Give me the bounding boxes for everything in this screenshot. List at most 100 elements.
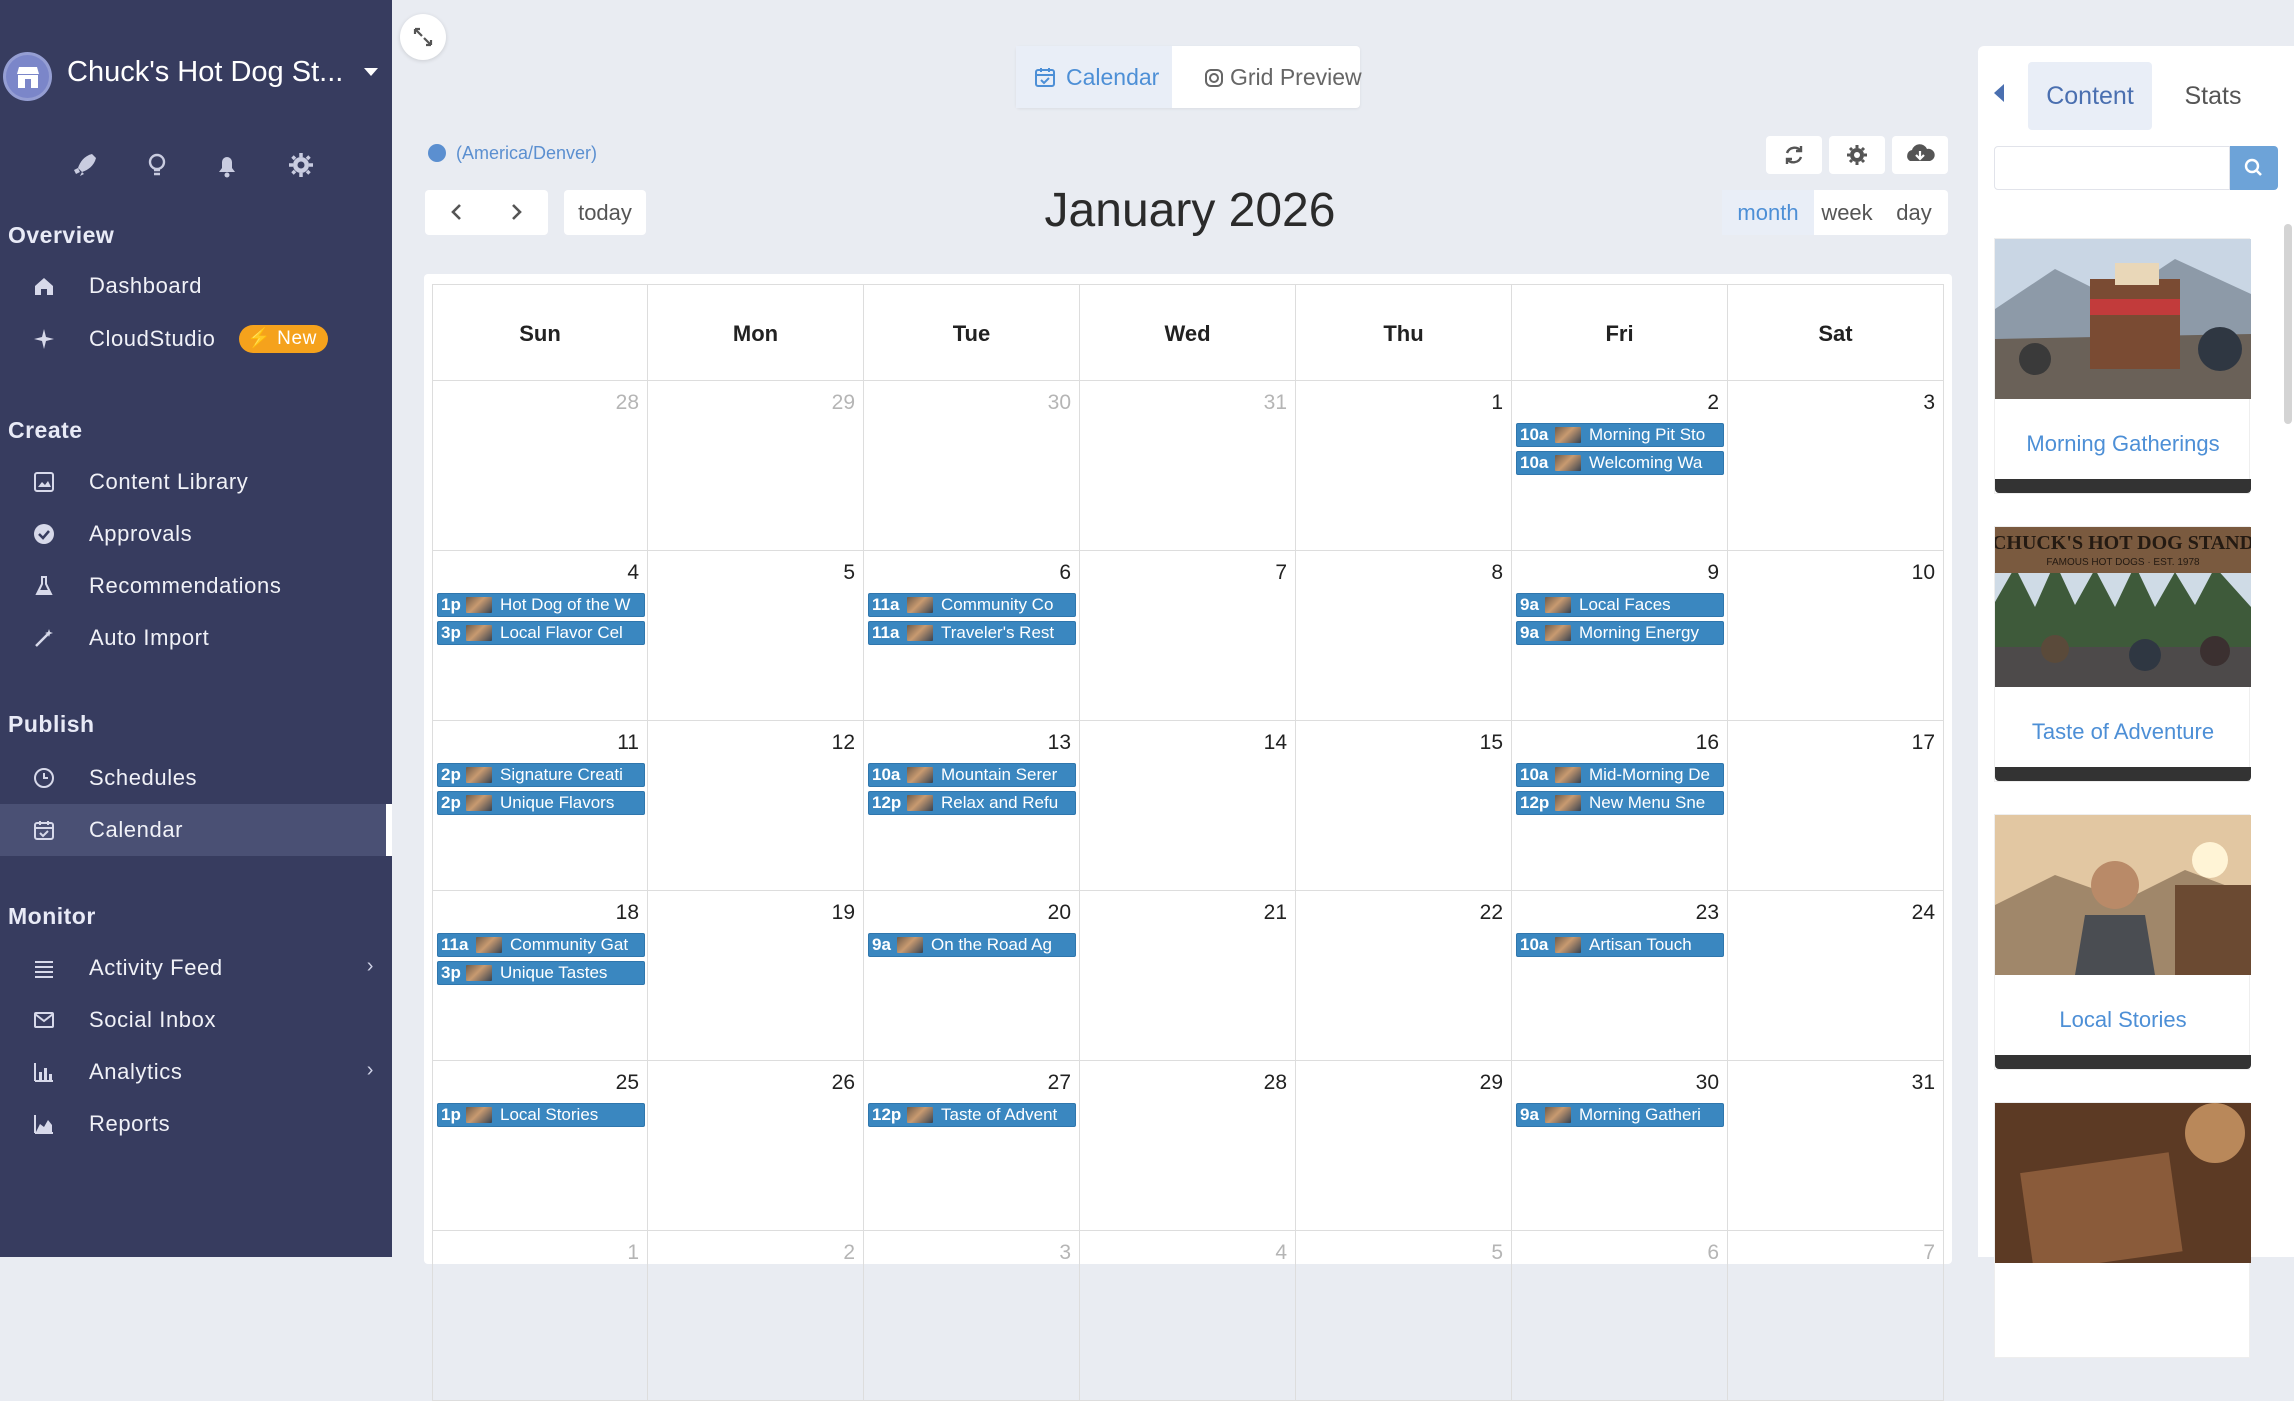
sidebar-item-analytics[interactable]: Analytics › <box>0 1046 392 1098</box>
day-number[interactable]: 6 <box>1059 561 1071 585</box>
day-cell[interactable]: 21 <box>1080 891 1296 1061</box>
bell-icon[interactable] <box>210 148 244 182</box>
panel-scrollbar[interactable] <box>2284 224 2292 424</box>
day-cell[interactable]: 30 9a Morning Gatheri <box>1512 1061 1728 1231</box>
day-number[interactable]: 2 <box>843 1241 855 1265</box>
sidebar-item-auto-import[interactable]: Auto Import <box>0 612 392 664</box>
content-card[interactable] <box>1994 1102 2251 1358</box>
grid-preview-button[interactable]: Grid Preview <box>1172 46 1362 108</box>
day-cell[interactable]: 17 <box>1728 721 1944 891</box>
day-number[interactable]: 16 <box>1696 731 1719 755</box>
day-cell[interactable]: 14 <box>1080 721 1296 891</box>
expand-collapse-button[interactable] <box>400 14 446 60</box>
day-cell[interactable]: 13 10a Mountain Serer 12p Relax and Refu <box>864 721 1080 891</box>
sidebar-item-social-inbox[interactable]: Social Inbox <box>0 994 392 1046</box>
day-cell[interactable]: 8 <box>1296 551 1512 721</box>
calendar-event[interactable]: 9a Morning Energy <box>1516 621 1724 645</box>
day-number[interactable]: 4 <box>1275 1241 1287 1265</box>
day-number[interactable]: 1 <box>627 1241 639 1265</box>
day-number[interactable]: 17 <box>1912 731 1935 755</box>
content-search-input[interactable] <box>1994 146 2230 190</box>
calendar-event[interactable]: 1p Hot Dog of the W <box>437 593 645 617</box>
day-number[interactable]: 22 <box>1480 901 1503 925</box>
day-number[interactable]: 15 <box>1480 731 1503 755</box>
brand-dropdown-caret-icon[interactable] <box>364 68 378 76</box>
calendar-event[interactable]: 10a Mid-Morning De <box>1516 763 1724 787</box>
day-number[interactable]: 12 <box>832 731 855 755</box>
day-number[interactable]: 26 <box>832 1071 855 1095</box>
calendar-settings-button[interactable] <box>1829 136 1885 174</box>
brand-avatar[interactable] <box>3 52 52 101</box>
sidebar-item-approvals[interactable]: Approvals <box>0 508 392 560</box>
calendar-event[interactable]: 11a Community Co <box>868 593 1076 617</box>
sidebar-item-reports[interactable]: Reports <box>0 1098 392 1150</box>
day-cell[interactable]: 31 <box>1728 1061 1944 1231</box>
day-number[interactable]: 13 <box>1048 731 1071 755</box>
day-number[interactable]: 30 <box>1048 391 1071 415</box>
day-number[interactable]: 20 <box>1048 901 1071 925</box>
chevron-right-icon[interactable]: › <box>367 955 374 978</box>
rocket-icon[interactable] <box>68 148 102 182</box>
day-cell[interactable]: 23 10a Artisan Touch <box>1512 891 1728 1061</box>
day-number[interactable]: 18 <box>616 901 639 925</box>
day-cell[interactable]: 9 9a Local Faces 9a Morning Energy <box>1512 551 1728 721</box>
sidebar-item-activity-feed[interactable]: Activity Feed › <box>0 942 392 994</box>
day-cell[interactable]: 3 <box>1728 381 1944 551</box>
timezone-label[interactable]: (America/Denver) <box>428 143 597 164</box>
sidebar-item-dashboard[interactable]: Dashboard <box>0 260 392 312</box>
calendar-event[interactable]: 10a Morning Pit Sto <box>1516 423 1724 447</box>
day-number[interactable]: 14 <box>1264 731 1287 755</box>
day-number[interactable]: 2 <box>1707 391 1719 415</box>
day-cell[interactable]: 7 <box>1080 551 1296 721</box>
day-number[interactable]: 31 <box>1912 1071 1935 1095</box>
day-number[interactable]: 27 <box>1048 1071 1071 1095</box>
day-cell[interactable]: 10 <box>1728 551 1944 721</box>
day-number[interactable]: 19 <box>832 901 855 925</box>
day-number[interactable]: 30 <box>1696 1071 1719 1095</box>
calendar-event[interactable]: 9a Morning Gatheri <box>1516 1103 1724 1127</box>
day-cell[interactable]: 25 1p Local Stories <box>432 1061 648 1231</box>
day-number[interactable]: 5 <box>1491 1241 1503 1265</box>
day-cell[interactable]: 29 <box>648 381 864 551</box>
sidebar-item-cloudstudio[interactable]: CloudStudio ⚡ New <box>0 313 392 365</box>
day-cell[interactable]: 30 <box>864 381 1080 551</box>
content-card[interactable]: Local Stories <box>1994 814 2251 1070</box>
prev-button[interactable] <box>425 190 486 235</box>
sidebar-item-recommendations[interactable]: Recommendations <box>0 560 392 612</box>
gear-icon[interactable] <box>284 148 318 182</box>
day-cell[interactable]: 4 1p Hot Dog of the W 3p Local Flavor Cel <box>432 551 648 721</box>
view-week-button[interactable]: week <box>1814 190 1880 235</box>
day-number[interactable]: 10 <box>1912 561 1935 585</box>
content-card[interactable]: CHUCK'S HOT DOG STAND FAMOUS HOT DOGS · … <box>1994 526 2251 782</box>
calendar-event[interactable]: 10a Welcoming Wa <box>1516 451 1724 475</box>
calendar-event[interactable]: 3p Local Flavor Cel <box>437 621 645 645</box>
day-cell[interactable]: 16 10a Mid-Morning De 12p New Menu Sne <box>1512 721 1728 891</box>
day-number[interactable]: 28 <box>1264 1071 1287 1095</box>
calendar-event[interactable]: 10a Mountain Serer <box>868 763 1076 787</box>
sidebar-item-schedules[interactable]: Schedules <box>0 752 392 804</box>
day-cell[interactable]: 2 10a Morning Pit Sto 10a Welcoming Wa <box>1512 381 1728 551</box>
calendar-event[interactable]: 11a Community Gat <box>437 933 645 957</box>
search-button[interactable] <box>2230 146 2278 190</box>
day-cell[interactable]: 1 <box>1296 381 1512 551</box>
calendar-event[interactable]: 2p Signature Creati <box>437 763 645 787</box>
lightbulb-icon[interactable] <box>140 148 174 182</box>
day-cell[interactable]: 26 <box>648 1061 864 1231</box>
calendar-event[interactable]: 9a Local Faces <box>1516 593 1724 617</box>
calendar-event[interactable]: 12p Relax and Refu <box>868 791 1076 815</box>
day-number[interactable]: 7 <box>1923 1241 1935 1265</box>
day-cell[interactable]: 12 <box>648 721 864 891</box>
day-number[interactable]: 3 <box>1059 1241 1071 1265</box>
view-month-button[interactable]: month <box>1722 190 1814 235</box>
cloud-download-button[interactable] <box>1892 136 1948 174</box>
day-number[interactable]: 6 <box>1707 1241 1719 1265</box>
day-number[interactable]: 29 <box>1480 1071 1503 1095</box>
calendar-event[interactable]: 1p Local Stories <box>437 1103 645 1127</box>
day-number[interactable]: 5 <box>843 561 855 585</box>
day-number[interactable]: 9 <box>1707 561 1719 585</box>
day-number[interactable]: 23 <box>1696 901 1719 925</box>
day-number[interactable]: 7 <box>1275 561 1287 585</box>
day-cell[interactable]: 5 <box>648 551 864 721</box>
tab-stats[interactable]: Stats <box>2160 62 2266 130</box>
day-number[interactable]: 29 <box>832 391 855 415</box>
